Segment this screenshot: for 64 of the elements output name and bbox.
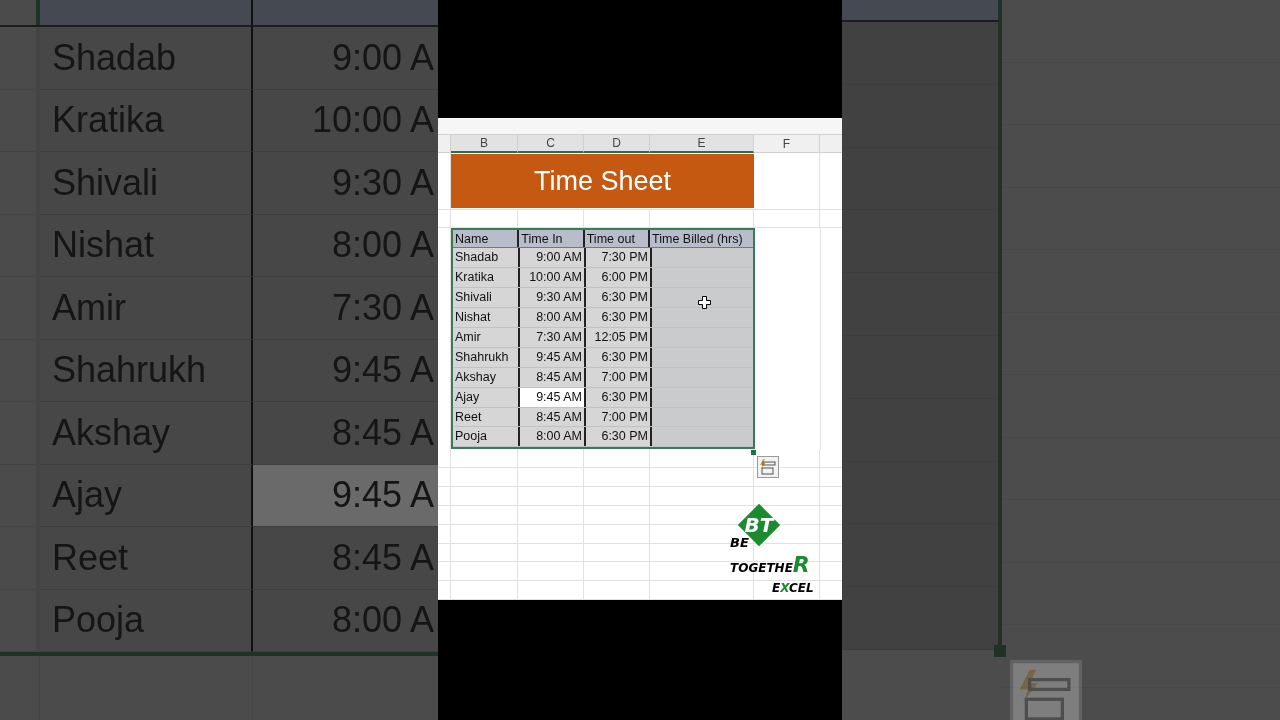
empty-cell	[438, 543, 451, 563]
empty-cell	[518, 581, 584, 600]
table-cell: 8:00 AM	[520, 427, 586, 447]
table-cell: Nishat	[453, 308, 520, 327]
column-header[interactable]: D	[584, 135, 650, 153]
table-cell: Pooja	[453, 427, 520, 447]
table-cell: 6:30 PM	[586, 427, 652, 447]
empty-cell	[584, 581, 650, 600]
empty-cell	[451, 468, 518, 487]
empty-cell	[584, 543, 650, 563]
empty-cell	[438, 449, 451, 469]
fill-handle[interactable]	[994, 645, 1006, 657]
flash-fill-icon[interactable]	[757, 456, 779, 478]
table-cell: 6:00 PM	[586, 268, 652, 288]
empty-cell	[438, 209, 451, 229]
table-cell: 7:30 PM	[586, 248, 652, 268]
empty-cell	[754, 486, 820, 506]
empty-cell	[518, 505, 584, 525]
empty-cell	[451, 505, 518, 525]
column-header[interactable]: C	[518, 135, 584, 153]
empty-cell	[584, 486, 650, 506]
empty-cell	[438, 562, 451, 582]
empty-cell	[754, 209, 820, 229]
cursor-plus-icon	[698, 296, 711, 309]
empty-cell	[584, 524, 650, 544]
empty-cell	[584, 562, 650, 582]
column-header[interactable]: E	[650, 135, 754, 153]
backdrop-time-cell: 9:45 A	[253, 464, 438, 527]
empty-cell	[584, 505, 650, 525]
empty-cell	[438, 581, 451, 600]
column-header[interactable]: F	[754, 135, 820, 153]
table-cell: Shadab	[453, 248, 520, 268]
empty-cell	[451, 486, 518, 506]
table-header-cell-text: Time Billed (hrs)	[651, 231, 744, 248]
empty-cell	[518, 449, 584, 469]
empty-cell	[518, 468, 584, 487]
empty-cell	[451, 543, 518, 563]
empty-cell	[438, 486, 451, 506]
empty-cell	[518, 524, 584, 544]
fill-handle[interactable]	[751, 450, 756, 455]
empty-cell	[518, 562, 584, 582]
empty-cell	[438, 524, 451, 544]
empty-cell	[438, 468, 451, 487]
empty-cell	[451, 581, 518, 600]
table-cell: 6:30 PM	[586, 308, 652, 327]
empty-cell	[518, 543, 584, 563]
table-cell: 9:30 AM	[520, 288, 586, 308]
empty-cell	[438, 505, 451, 525]
table-cell: 6:30 PM	[586, 288, 652, 308]
empty-cell	[754, 581, 820, 600]
column-header[interactable]: B	[451, 135, 518, 153]
table-cell: 10:00 AM	[520, 268, 586, 288]
logo-drawing: BT BE TOGETHER EXCEL	[726, 502, 830, 598]
empty-cell	[451, 449, 518, 469]
empty-cell	[518, 486, 584, 506]
empty-cell	[451, 524, 518, 544]
table-cell: Shivali	[453, 288, 520, 308]
empty-cell	[584, 468, 650, 487]
table-cell: Kratika	[453, 268, 520, 288]
empty-cell	[451, 562, 518, 582]
table-cell: 8:00 AM	[520, 308, 586, 327]
empty-cell	[584, 449, 650, 469]
table-cell: 9:00 AM	[520, 248, 586, 268]
sheet-title: Time Sheet	[451, 154, 754, 208]
